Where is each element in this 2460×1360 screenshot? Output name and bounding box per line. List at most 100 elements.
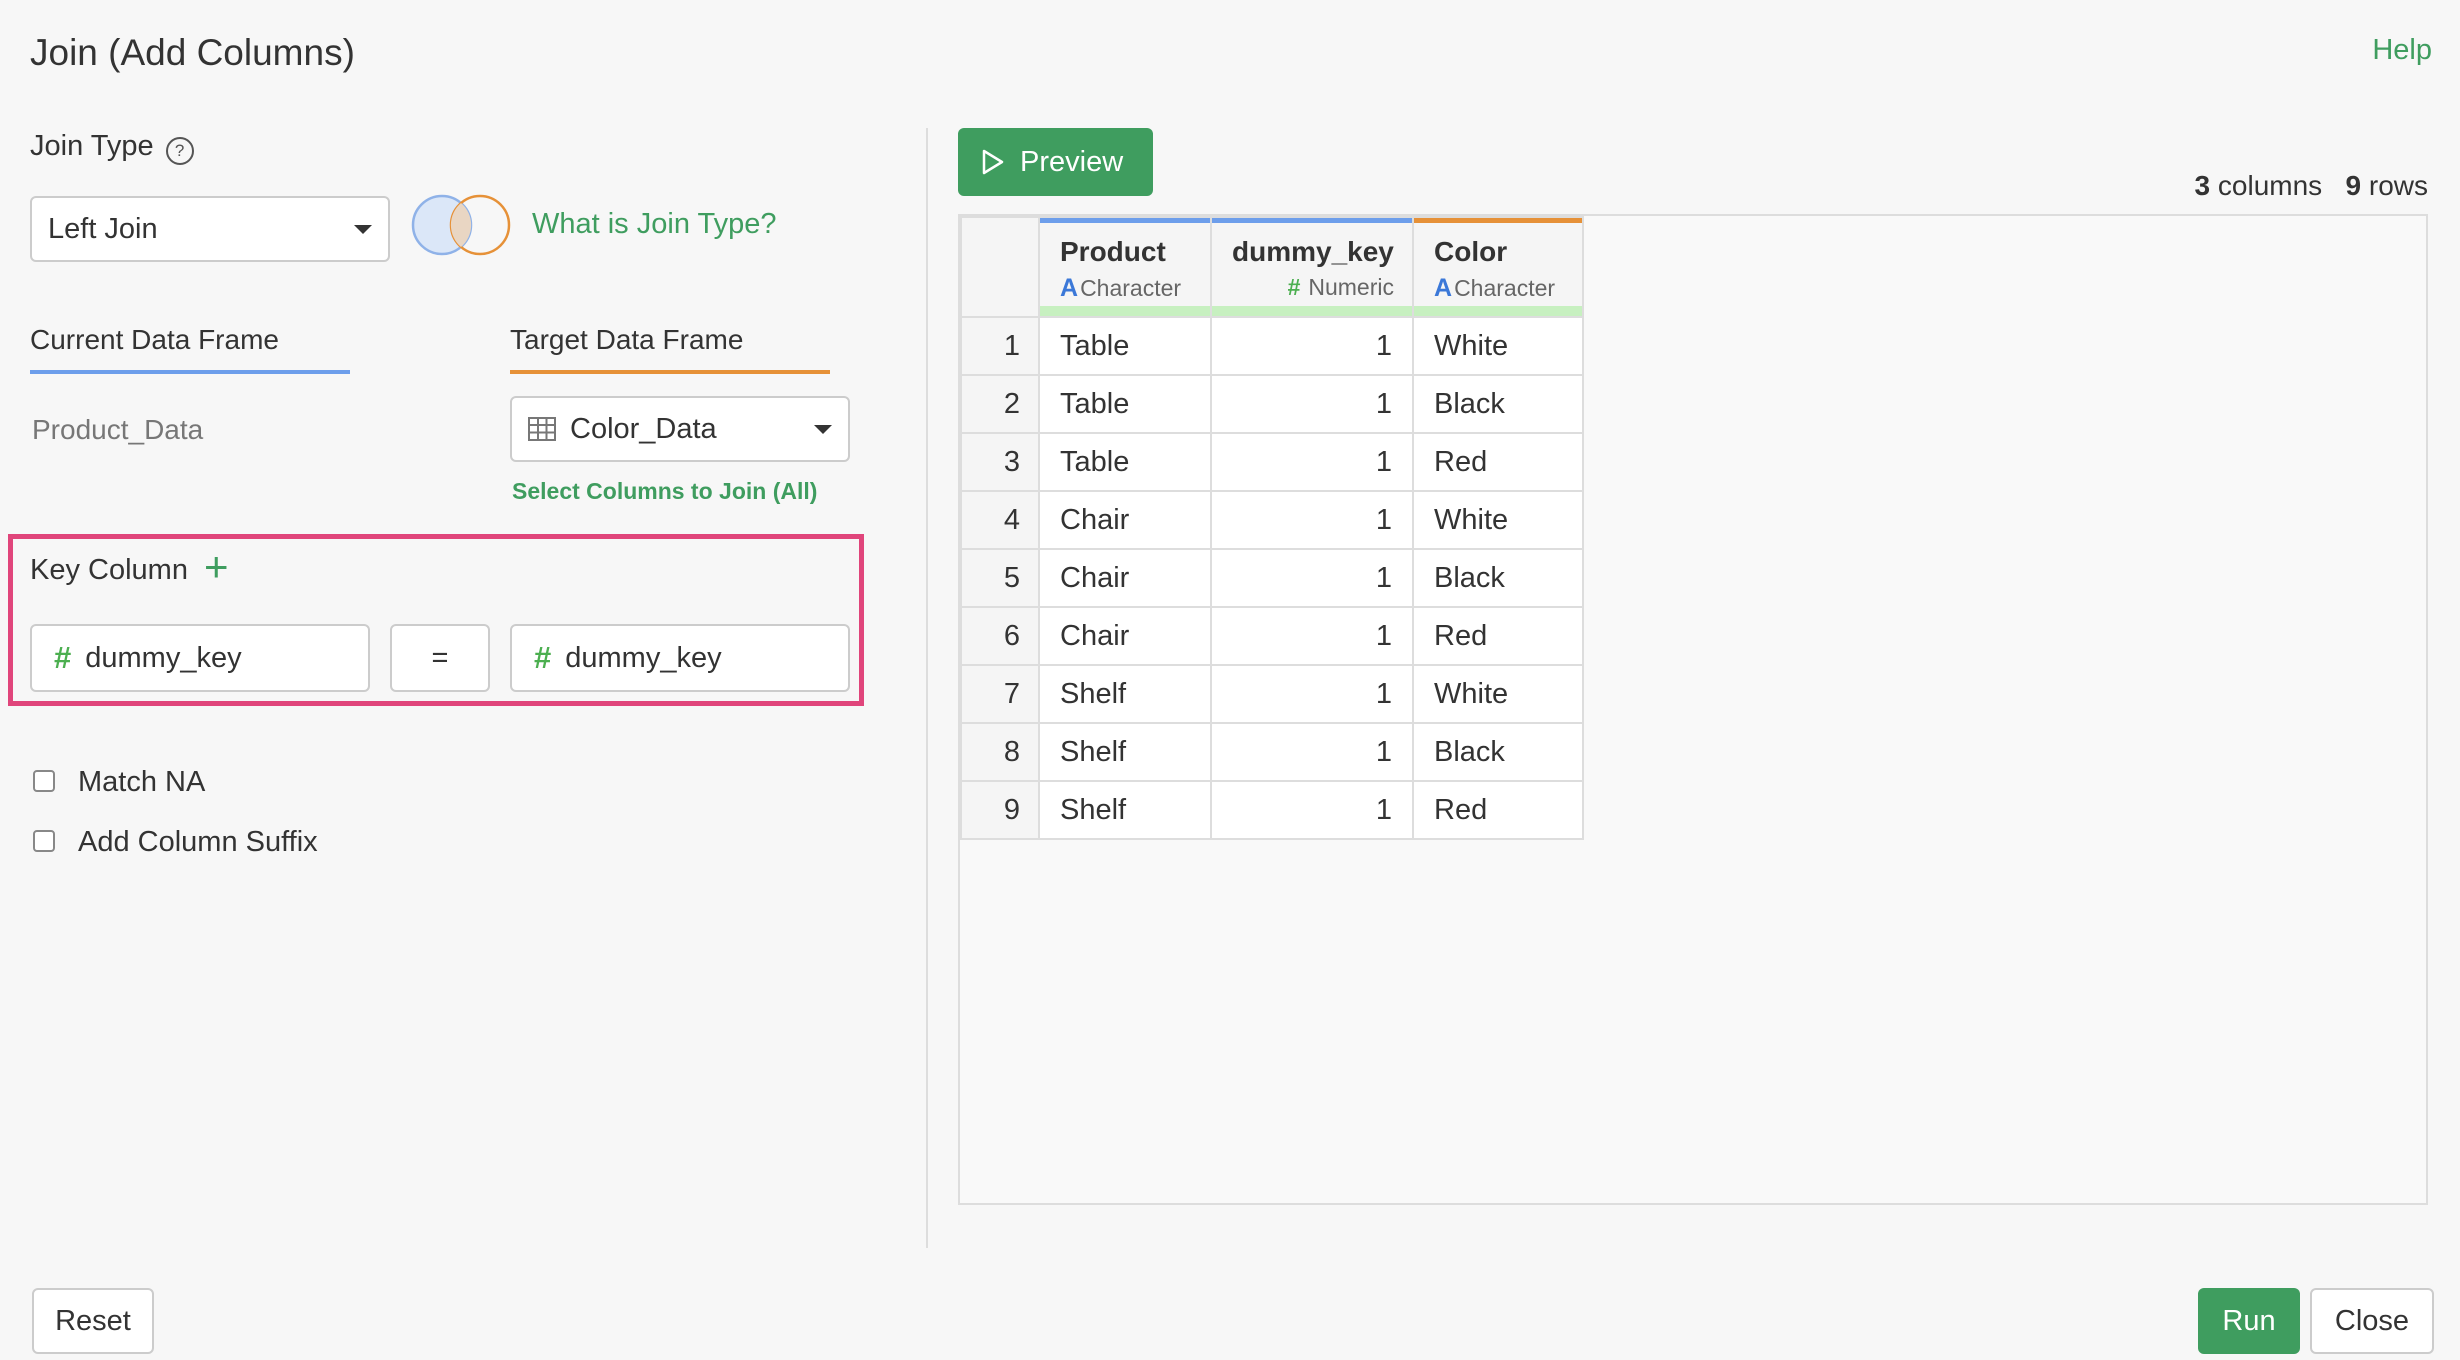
close-button[interactable]: Close — [2310, 1288, 2434, 1354]
table-cell: 1 — [1210, 722, 1414, 782]
left-key-value: dummy_key — [85, 641, 242, 674]
table-row: 2 Table 1 Black — [960, 374, 1584, 434]
table-cell: White — [1412, 490, 1584, 550]
table-cell: Red — [1412, 432, 1584, 492]
table-cell: White — [1412, 316, 1584, 376]
row-number-cell: 6 — [960, 606, 1040, 666]
table-cell: 1 — [1210, 316, 1414, 376]
table-cell: Table — [1038, 316, 1212, 376]
table-cell: Chair — [1038, 606, 1212, 666]
table-cell: 1 — [1210, 780, 1414, 840]
table-row: 1 Table 1 White — [960, 316, 1584, 376]
column-header-color[interactable]: Color ACharacter — [1412, 216, 1584, 318]
add-suffix-checkbox[interactable] — [33, 830, 55, 852]
columns-count: 3 — [2194, 170, 2211, 201]
table-cell: Red — [1412, 780, 1584, 840]
preview-grid: Product ACharacter dummy_key # Numeric Co… — [958, 214, 2428, 1205]
numeric-type-icon: # — [534, 640, 552, 675]
table-cell: Chair — [1038, 490, 1212, 550]
column-type: ACharacter — [1434, 274, 1556, 302]
row-number-cell: 4 — [960, 490, 1040, 550]
table-cell: 1 — [1210, 664, 1414, 724]
current-frame-underline — [30, 370, 350, 374]
chevron-down-icon — [354, 225, 372, 234]
select-columns-link[interactable]: Select Columns to Join (All) — [512, 478, 817, 505]
reset-button[interactable]: Reset — [32, 1288, 154, 1354]
panel-divider — [926, 128, 928, 1248]
grid-summary: 3 columns 9 rows — [2195, 170, 2428, 202]
match-na-checkbox[interactable] — [33, 770, 55, 792]
help-link[interactable]: Help — [2372, 34, 2432, 67]
add-key-icon[interactable]: + — [204, 546, 229, 588]
table-cell: Shelf — [1038, 664, 1212, 724]
table-row: 9 Shelf 1 Red — [960, 780, 1584, 840]
run-button[interactable]: Run — [2198, 1288, 2300, 1354]
row-number-cell: 3 — [960, 432, 1040, 492]
row-number-cell: 1 — [960, 316, 1040, 376]
column-type: ACharacter — [1060, 274, 1182, 302]
table-row: 7 Shelf 1 White — [960, 664, 1584, 724]
dialog-title: Join (Add Columns) — [30, 32, 355, 73]
table-cell: Black — [1412, 374, 1584, 434]
table-cell: Black — [1412, 722, 1584, 782]
current-frame-label: Current Data Frame — [30, 324, 279, 355]
chevron-down-icon — [814, 425, 832, 434]
numeric-type-icon: # — [1287, 274, 1301, 300]
table-icon — [528, 417, 556, 441]
join-type-label-row: Join Type? — [30, 130, 194, 165]
column-color-bar — [1212, 218, 1412, 223]
target-frame-label: Target Data Frame — [510, 324, 744, 355]
row-number-cell: 9 — [960, 780, 1040, 840]
column-name: Color — [1434, 236, 1508, 267]
operator-select[interactable]: = — [390, 624, 490, 692]
table-cell: Shelf — [1038, 780, 1212, 840]
table-cell: Table — [1038, 374, 1212, 434]
join-type-selected: Left Join — [48, 212, 158, 245]
table-cell: Shelf — [1038, 722, 1212, 782]
rows-count: 9 — [2345, 170, 2362, 201]
table-row: 6 Chair 1 Red — [960, 606, 1584, 666]
column-header-product[interactable]: Product ACharacter — [1038, 216, 1212, 318]
venn-diagram-icon — [408, 190, 514, 260]
what-is-join-type-link[interactable]: What is Join Type? — [532, 208, 776, 241]
match-na-label: Match NA — [78, 766, 206, 798]
table-cell: 1 — [1210, 606, 1414, 666]
row-number-cell: 7 — [960, 664, 1040, 724]
character-type-icon: A — [1060, 274, 1079, 302]
join-type-select[interactable]: Left Join — [30, 196, 390, 262]
preview-table: Product ACharacter dummy_key # Numeric Co… — [960, 216, 1584, 840]
columns-label: columns — [2217, 170, 2323, 201]
column-quality-bar — [1212, 306, 1412, 316]
table-cell: Chair — [1038, 548, 1212, 608]
column-quality-bar — [1414, 306, 1582, 316]
column-color-bar — [1414, 218, 1582, 223]
table-cell: 1 — [1210, 374, 1414, 434]
play-icon — [982, 149, 1004, 175]
question-icon[interactable]: ? — [165, 136, 194, 165]
table-cell: Black — [1412, 548, 1584, 608]
numeric-type-icon: # — [54, 640, 72, 675]
right-key-value: dummy_key — [565, 641, 722, 674]
rows-label: rows — [2368, 170, 2428, 201]
row-number-cell: 5 — [960, 548, 1040, 608]
target-frame-select[interactable]: Color_Data — [510, 396, 850, 462]
column-name: dummy_key — [1232, 236, 1394, 267]
left-key-select[interactable]: # dummy_key — [30, 624, 370, 692]
target-frame-underline — [510, 370, 830, 374]
column-name: Product — [1060, 236, 1166, 267]
row-number-header — [960, 216, 1040, 318]
column-header-dummy-key[interactable]: dummy_key # Numeric — [1210, 216, 1414, 318]
table-row: 8 Shelf 1 Black — [960, 722, 1584, 782]
target-frame-selected: Color_Data — [570, 412, 717, 445]
table-cell: Table — [1038, 432, 1212, 492]
current-frame-value: Product_Data — [32, 414, 204, 445]
row-number-cell: 2 — [960, 374, 1040, 434]
column-quality-bar — [1040, 306, 1210, 316]
right-key-select[interactable]: # dummy_key — [510, 624, 850, 692]
table-row: 4 Chair 1 White — [960, 490, 1584, 550]
add-suffix-label: Add Column Suffix — [78, 826, 318, 858]
table-row: 3 Table 1 Red — [960, 432, 1584, 492]
preview-button[interactable]: Preview — [958, 128, 1153, 196]
table-cell: Red — [1412, 606, 1584, 666]
table-cell: 1 — [1210, 548, 1414, 608]
